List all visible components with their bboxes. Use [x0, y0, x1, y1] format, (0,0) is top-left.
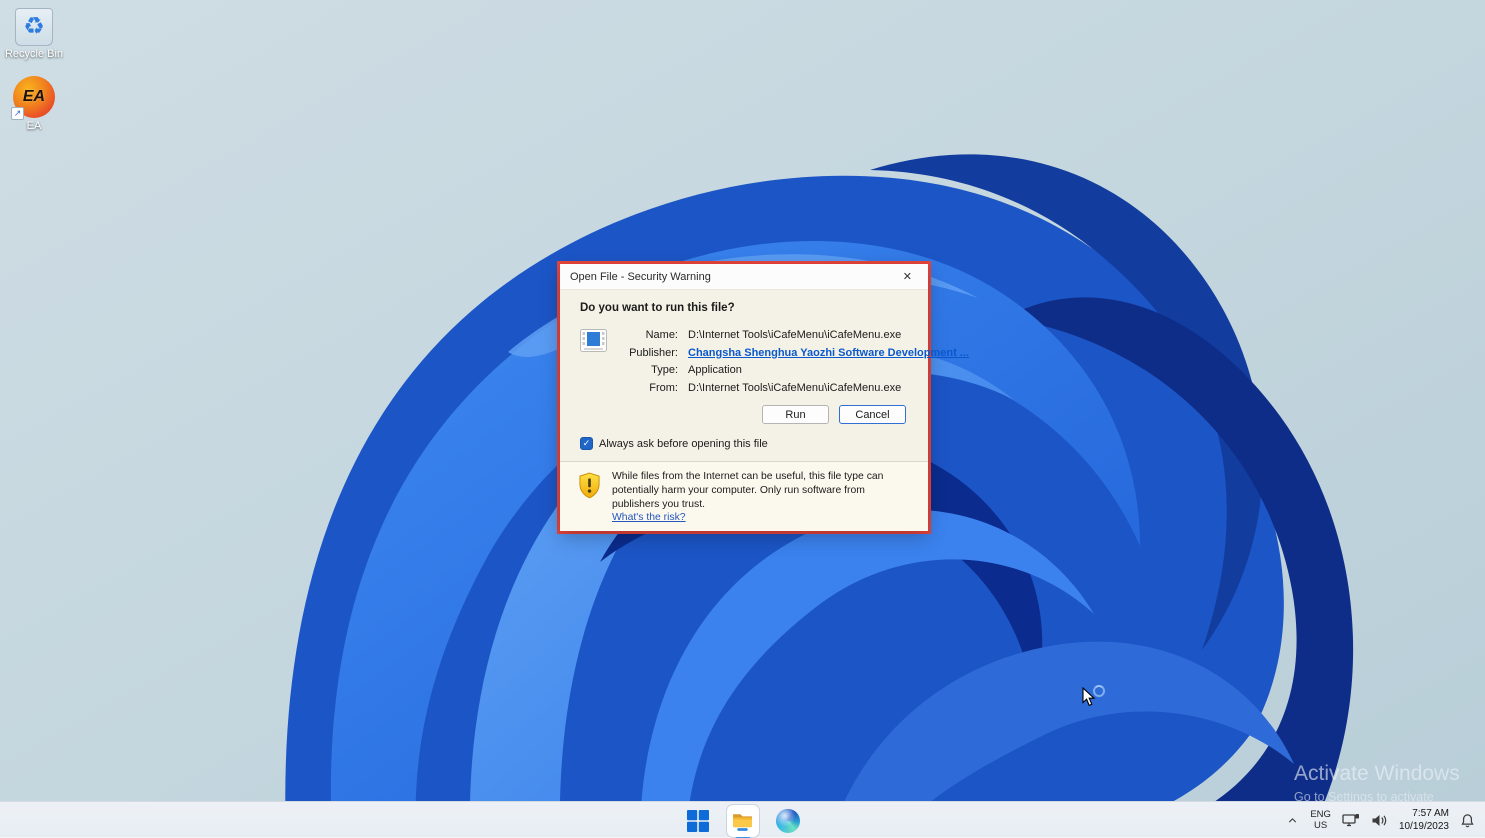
system-tray: ENG US 7:57 AM 10/19/ — [1286, 802, 1479, 838]
edge-icon — [776, 809, 800, 833]
edge-button[interactable] — [772, 805, 804, 837]
file-info-block: Name: D:\Internet Tools\iCafeMenu\iCafeM… — [580, 327, 908, 397]
field-row-publisher: Publisher: Changsha Shenghua Yaozhi Soft… — [610, 345, 969, 363]
clock-indicator[interactable]: 7:57 AM 10/19/2023 — [1399, 808, 1449, 833]
publisher-link[interactable]: Changsha Shenghua Yaozhi Software Develo… — [688, 345, 969, 363]
recycle-glyph: ♻ — [23, 15, 45, 39]
recycle-bin-label: Recycle Bin — [5, 48, 63, 60]
warning-text-block: While files from the Internet can be use… — [612, 470, 904, 525]
desktop-icon-ea[interactable]: EA ↗ EA — [4, 76, 64, 132]
dialog-highlight-frame: Open File - Security Warning ✕ Do you wa… — [557, 261, 931, 534]
field-row-type: Type: Application — [610, 362, 969, 380]
taskbar: ENG US 7:57 AM 10/19/ — [0, 801, 1485, 838]
warning-shield-icon — [578, 470, 612, 525]
field-label: From: — [610, 380, 688, 398]
tray-date: 10/19/2023 — [1399, 821, 1449, 832]
dialog-titlebar[interactable]: Open File - Security Warning ✕ — [560, 264, 928, 290]
dialog-buttons: Run Cancel — [580, 405, 908, 424]
language-indicator[interactable]: ENG US — [1310, 810, 1331, 832]
always-ask-row: ✓ Always ask before opening this file — [580, 437, 908, 450]
cancel-button[interactable]: Cancel — [839, 405, 906, 424]
ea-icon: EA ↗ — [13, 76, 55, 118]
language-line2: US — [1314, 820, 1327, 831]
always-ask-checkbox[interactable]: ✓ — [580, 437, 593, 450]
ea-monogram: EA — [23, 88, 45, 106]
desktop-icon-recycle-bin[interactable]: ♻ Recycle Bin — [4, 8, 64, 60]
notification-bell-icon[interactable] — [1460, 813, 1475, 829]
run-button[interactable]: Run — [762, 405, 829, 424]
shortcut-arrow-icon: ↗ — [11, 107, 24, 120]
field-row-name: Name: D:\Internet Tools\iCafeMenu\iCafeM… — [610, 327, 969, 345]
network-icon[interactable] — [1342, 813, 1360, 828]
field-value-from: D:\Internet Tools\iCafeMenu\iCafeMenu.ex… — [688, 380, 901, 398]
tray-chevron-up-icon[interactable] — [1286, 814, 1299, 827]
warning-section: While files from the Internet can be use… — [560, 461, 928, 531]
whats-the-risk-link[interactable]: What's the risk? — [612, 512, 686, 523]
file-explorer-button[interactable] — [727, 805, 759, 837]
taskbar-center-group — [682, 802, 804, 838]
close-icon[interactable]: ✕ — [897, 268, 918, 285]
start-button[interactable] — [682, 805, 714, 837]
field-value-name: D:\Internet Tools\iCafeMenu\iCafeMenu.ex… — [688, 327, 901, 345]
dialog-title: Open File - Security Warning — [570, 271, 897, 283]
tray-time: 7:57 AM — [1412, 808, 1449, 819]
field-label: Type: — [610, 362, 688, 380]
language-line1: ENG — [1310, 809, 1331, 820]
warning-text: While files from the Internet can be use… — [612, 471, 883, 509]
dialog-question: Do you want to run this file? — [580, 302, 908, 314]
checkmark-icon: ✓ — [583, 439, 591, 448]
recycle-bin-icon: ♻ — [15, 8, 53, 46]
dialog-body: Do you want to run this file? — [560, 290, 928, 461]
field-label: Publisher: — [610, 345, 688, 363]
application-file-icon — [580, 329, 610, 397]
field-value-type: Application — [688, 362, 742, 380]
ea-label: EA — [27, 120, 42, 132]
field-label: Name: — [610, 327, 688, 345]
volume-icon[interactable] — [1371, 813, 1388, 828]
file-explorer-icon — [731, 809, 754, 832]
always-ask-label: Always ask before opening this file — [599, 438, 768, 450]
security-warning-dialog: Open File - Security Warning ✕ Do you wa… — [560, 264, 928, 531]
field-row-from: From: D:\Internet Tools\iCafeMenu\iCafeM… — [610, 380, 969, 398]
file-fields: Name: D:\Internet Tools\iCafeMenu\iCafeM… — [610, 327, 969, 397]
windows-logo-icon — [687, 810, 709, 832]
desktop: ♻ Recycle Bin EA ↗ EA Activate Windows G… — [0, 0, 1485, 838]
